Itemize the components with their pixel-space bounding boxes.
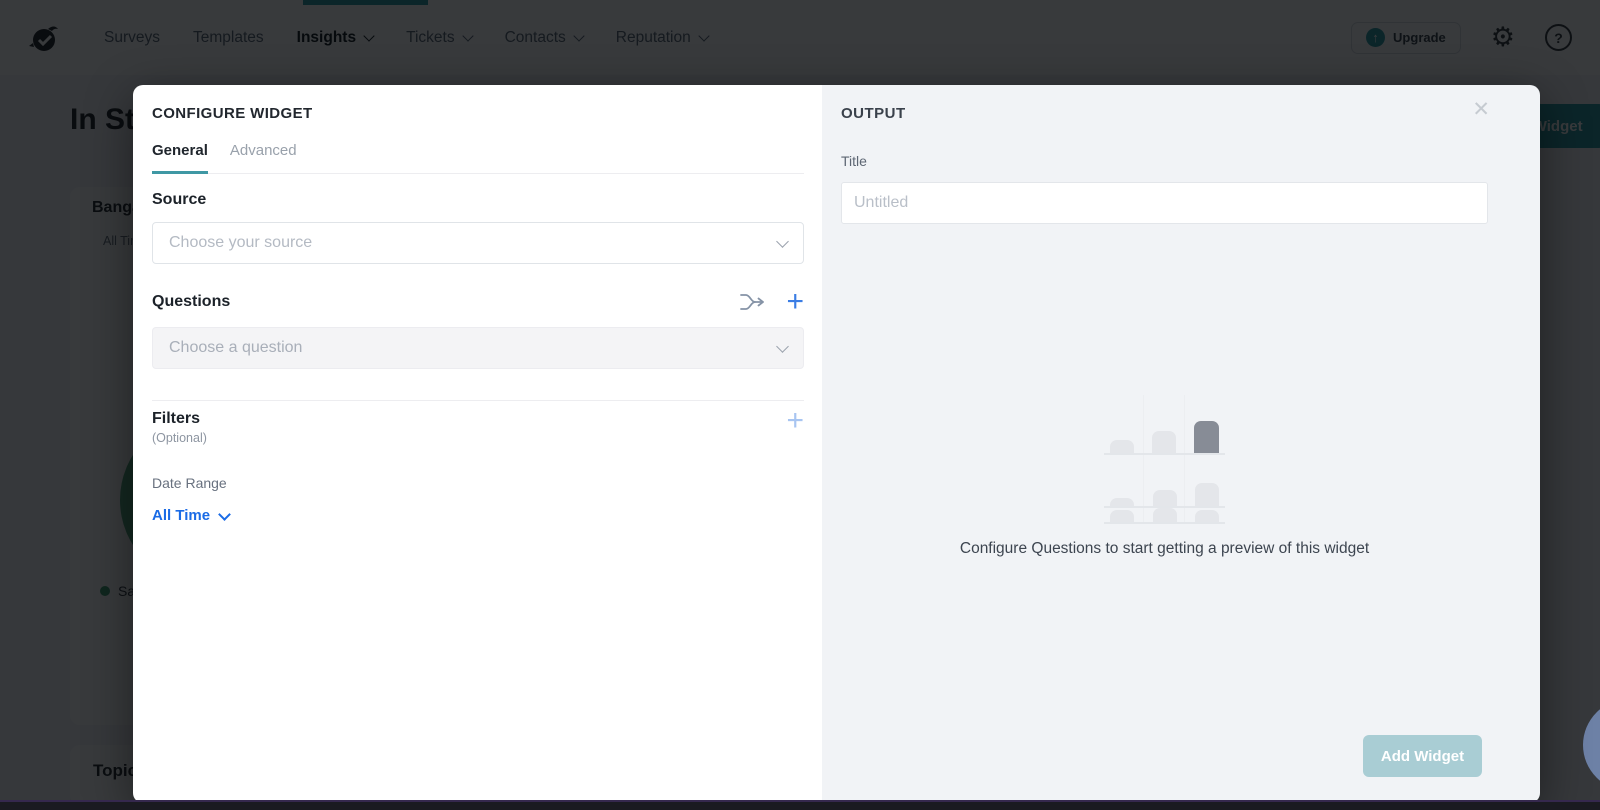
configure-panel: CONFIGURE WIDGET General Advanced Source… xyxy=(133,85,822,803)
preview-illustration xyxy=(1104,403,1225,524)
illustration-row xyxy=(1104,483,1225,508)
modal-footer: Add Widget xyxy=(1363,735,1482,777)
output-panel: OUTPUT ✕ Title Configure Questions to st… xyxy=(822,85,1540,803)
illustration-bar xyxy=(1153,490,1177,506)
empty-state-message: Configure Questions to start getting a p… xyxy=(960,540,1369,558)
output-title: OUTPUT xyxy=(841,105,1488,122)
add-widget-button[interactable]: Add Widget xyxy=(1363,735,1482,777)
question-placeholder: Choose a question xyxy=(169,339,302,357)
source-select[interactable]: Choose your source xyxy=(152,222,804,264)
title-input[interactable] xyxy=(841,182,1488,224)
source-label: Source xyxy=(152,191,804,209)
tab-advanced[interactable]: Advanced xyxy=(230,142,297,173)
illustration-bar xyxy=(1110,498,1134,506)
chevron-down-icon xyxy=(218,508,231,521)
illustration-bar xyxy=(1152,431,1176,453)
merge-questions-icon[interactable] xyxy=(738,290,766,314)
modal-tabs: General Advanced xyxy=(152,142,804,174)
section-divider xyxy=(152,400,804,401)
question-select[interactable]: Choose a question xyxy=(152,327,804,369)
illustration-row xyxy=(1104,421,1225,455)
date-range-select[interactable]: All Time xyxy=(152,507,229,524)
illustration-row xyxy=(1104,508,1225,524)
illustration-bar xyxy=(1110,510,1134,522)
app-screen: Surveys Templates Insights Tickets Conta… xyxy=(0,0,1600,810)
close-icon[interactable]: ✕ xyxy=(1472,99,1490,120)
add-filter-icon[interactable]: + xyxy=(786,410,804,432)
illustration-bar xyxy=(1153,508,1177,522)
modal-title: CONFIGURE WIDGET xyxy=(152,105,804,122)
window-bottom-edge xyxy=(0,800,1600,810)
configure-widget-modal: CONFIGURE WIDGET General Advanced Source… xyxy=(133,85,1540,803)
filters-optional-note: (Optional) xyxy=(152,431,207,445)
tab-general[interactable]: General xyxy=(152,142,208,174)
questions-actions: + xyxy=(738,290,804,314)
illustration-bar xyxy=(1195,483,1219,506)
chevron-down-icon xyxy=(776,340,789,353)
questions-label: Questions xyxy=(152,293,230,311)
filters-label: Filters xyxy=(152,410,207,428)
chevron-down-icon xyxy=(776,235,789,248)
source-placeholder: Choose your source xyxy=(169,234,312,252)
date-range-value: All Time xyxy=(152,507,210,524)
filters-header: Filters (Optional) + xyxy=(152,410,804,445)
questions-header: Questions + xyxy=(152,290,804,314)
illustration-bar xyxy=(1110,440,1134,453)
illustration-bar xyxy=(1195,510,1219,522)
illustration-bar xyxy=(1194,421,1219,453)
date-range-label: Date Range xyxy=(152,475,804,491)
title-field-label: Title xyxy=(841,153,1488,169)
widget-preview-area: Configure Questions to start getting a p… xyxy=(841,224,1488,803)
add-question-icon[interactable]: + xyxy=(786,291,804,313)
